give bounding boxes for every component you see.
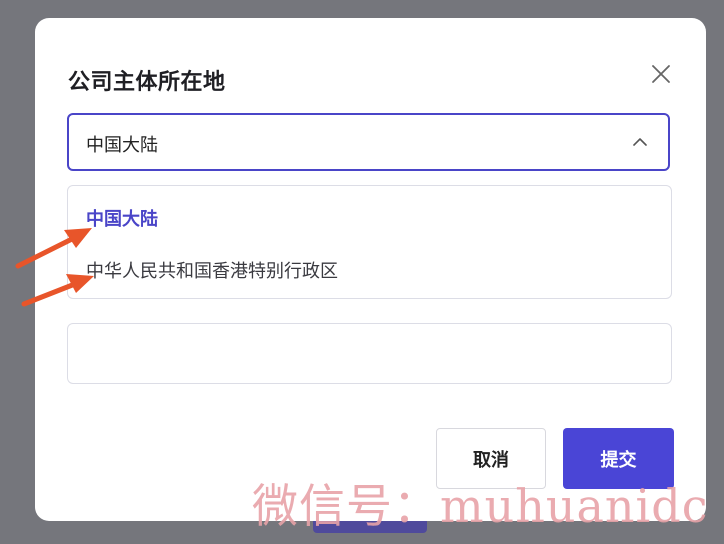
close-icon [652,65,670,83]
text-input-field[interactable] [67,323,672,384]
option-mainland-china[interactable]: 中国大陆 [86,205,158,231]
location-modal: 公司主体所在地 中国大陆 中国大陆 中华人民共和国香港特别行政区 取消 提交 [35,18,706,521]
select-value: 中国大陆 [86,135,158,156]
watermark-text: 微信号：muhuanidc [252,479,709,533]
select-dropdown: 中国大陆 中华人民共和国香港特别行政区 [67,185,672,299]
close-button[interactable] [649,62,673,86]
chevron-up-icon [633,138,647,146]
modal-title: 公司主体所在地 [68,70,226,95]
location-select[interactable]: 中国大陆 [67,113,670,171]
option-hong-kong-sar[interactable]: 中华人民共和国香港特别行政区 [86,257,338,283]
